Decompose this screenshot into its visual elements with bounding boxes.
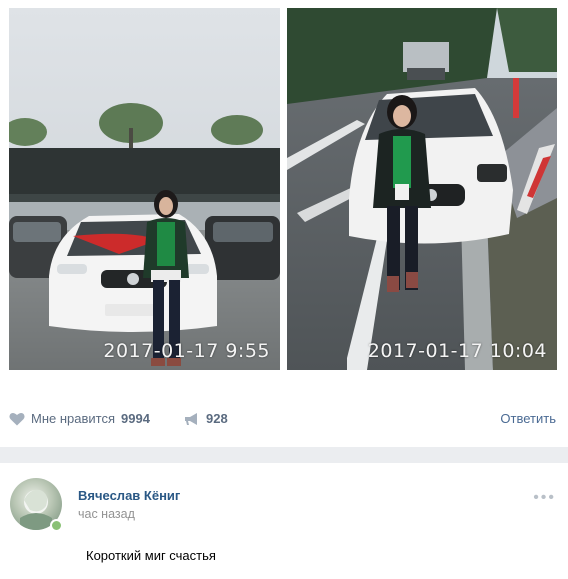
post-actions: Мне нравится 9994 928 Ответить bbox=[0, 401, 568, 441]
photo-showroom-image bbox=[9, 8, 280, 370]
photo-timestamp: 2017-01-17 9:55 bbox=[103, 340, 270, 362]
photo-showroom[interactable]: 2017-01-17 9:55 bbox=[9, 8, 280, 370]
share-count: 928 bbox=[206, 411, 228, 426]
like-label: Мне нравится bbox=[31, 411, 116, 426]
comment-time[interactable]: час назад bbox=[78, 507, 135, 521]
heart-icon bbox=[9, 412, 25, 425]
section-divider bbox=[0, 447, 568, 463]
more-dots-icon[interactable]: ••• bbox=[533, 489, 556, 507]
like-button[interactable]: Мне нравится 9994 bbox=[9, 411, 150, 426]
share-button[interactable]: 928 bbox=[184, 411, 228, 426]
online-indicator bbox=[50, 519, 63, 532]
comment-text: Короткий миг счастья bbox=[86, 548, 216, 563]
like-count: 9994 bbox=[121, 411, 150, 426]
photo-roadside[interactable]: 2017-01-17 10:04 bbox=[287, 8, 557, 370]
photo-roadside-image bbox=[287, 8, 557, 370]
megaphone-icon bbox=[185, 412, 197, 425]
photo-timestamp: 2017-01-17 10:04 bbox=[367, 340, 547, 362]
comment: Вячеслав Кёниг час назад ••• Короткий ми… bbox=[0, 463, 568, 579]
comment-author[interactable]: Вячеслав Кёниг bbox=[78, 488, 180, 503]
reply-link[interactable]: Ответить bbox=[500, 411, 556, 426]
